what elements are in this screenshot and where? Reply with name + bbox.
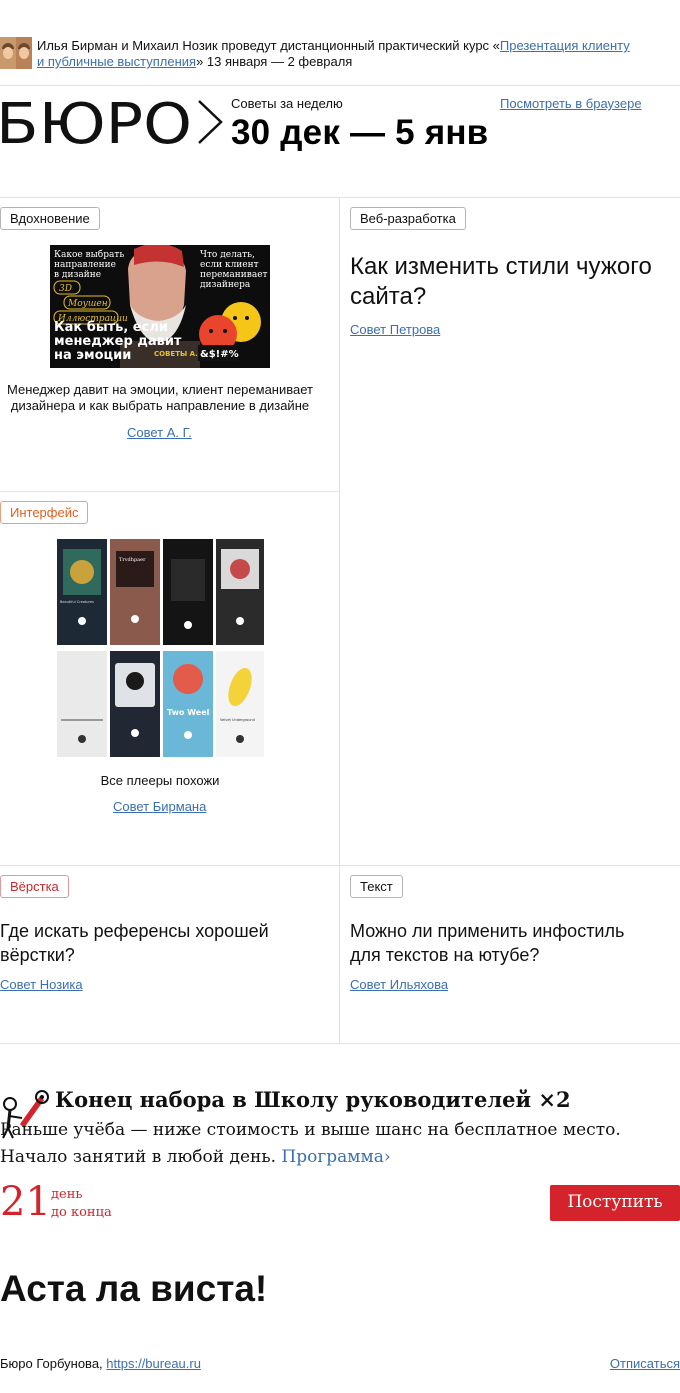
announcement-suffix: » 13 января — 2 февраля xyxy=(196,54,353,69)
advice-author-link[interactable]: Совет Ильяхова xyxy=(350,977,448,992)
tag-layout[interactable]: Вёрстка xyxy=(0,875,69,898)
tag-inspiration[interactable]: Вдохновение xyxy=(0,207,100,230)
promo-line-2-text: Начало занятий в любой день. xyxy=(0,1147,277,1167)
course-announcement: Илья Бирман и Михаил Нозик проведут дист… xyxy=(0,36,640,70)
thumb-headline-2: менеджер давит xyxy=(54,334,182,349)
music-players-collage[interactable]: Beautiful Creatures Trvdhpaer Two Weel V… xyxy=(57,539,264,757)
player-8-title: Velvet Underground xyxy=(220,718,255,722)
thumb-curse: &$!#% xyxy=(200,349,239,360)
thumb-text-right-4: дизайнера xyxy=(200,280,251,290)
grid-bottom-divider xyxy=(0,1043,680,1044)
thumb-headline-1: Как быть, если xyxy=(54,320,168,335)
thumb-headline-3: на эмоции xyxy=(54,348,131,363)
promo-line-1: Раньше учёба — ниже стоимость и выше шан… xyxy=(0,1120,621,1140)
days-left-suffix: до конца xyxy=(51,1205,112,1220)
advice-video-thumbnail[interactable]: Какое выбрать направление в дизайне Что … xyxy=(50,245,270,368)
program-link[interactable]: Программа xyxy=(281,1147,383,1167)
advice-author-link[interactable]: Совет Петрова xyxy=(350,322,440,337)
farewell-heading: Аста ла виста! xyxy=(0,1268,268,1309)
player-1-title: Beautiful Creatures xyxy=(60,600,94,604)
tag-text[interactable]: Текст xyxy=(350,875,403,898)
tag-interface[interactable]: Интерфейс xyxy=(0,501,89,524)
announcement-text: Илья Бирман и Михаил Нозик проведут дист… xyxy=(37,38,637,70)
days-left-number: 21 xyxy=(0,1179,51,1225)
thumb-box-motion: Моушен xyxy=(67,299,108,309)
logo-text: БЮРО xyxy=(0,98,192,148)
tag-web-development[interactable]: Веб-разработка xyxy=(350,207,466,230)
thumb-text-left-3: в дизайне xyxy=(54,270,101,280)
announcement-prefix: Илья Бирман и Михаил Нозик проведут дист… xyxy=(37,38,500,53)
card-title[interactable]: Можно ли применить инфостиль для текстов… xyxy=(350,919,650,967)
promo-title-text: Конец набора в Школу руководителей xyxy=(55,1087,532,1112)
card-title[interactable]: Где искать референсы хорошей вёрстки? xyxy=(0,919,300,967)
header-label: Советы за неделю xyxy=(231,96,343,111)
advice-author-link[interactable]: Совет А. Г. xyxy=(127,425,192,440)
days-left-word: день xyxy=(51,1187,83,1202)
advice-author-link[interactable]: Совет Бирмана xyxy=(113,799,206,814)
row-divider xyxy=(0,865,680,866)
promo-multiplier: ×2 xyxy=(538,1087,571,1112)
grid-top-divider xyxy=(0,197,680,198)
column-divider xyxy=(339,197,340,1043)
advice-author-link[interactable]: Совет Нозика xyxy=(0,977,83,992)
top-divider xyxy=(0,85,680,86)
promo-title: Конец набора в Школу руководителей ×2 xyxy=(55,1087,571,1112)
thumb-text-right-1: Что делать, xyxy=(200,250,255,260)
player-7-title: Two Weel xyxy=(167,708,210,717)
authors-avatar xyxy=(0,37,32,69)
bureau-logo[interactable]: БЮРО xyxy=(0,92,226,157)
unsubscribe-link[interactable]: Отписаться xyxy=(610,1356,680,1371)
promo-line-2: Начало занятий в любой день. Программа› xyxy=(0,1147,391,1167)
chevron-right-icon: › xyxy=(383,1147,391,1167)
view-in-browser-link[interactable]: Посмотреть в браузере xyxy=(500,96,642,111)
left-row-divider xyxy=(0,491,340,492)
player-2-title: Trvdhpaer xyxy=(119,557,146,563)
thumb-text-left-2: направление xyxy=(54,260,116,270)
thumb-box-3d: 3D xyxy=(59,284,72,294)
issue-date-range: 30 дек — 5 янв xyxy=(231,113,489,152)
footer-company-name: Бюро Горбунова, xyxy=(0,1356,103,1371)
footer-site-link[interactable]: https://bureau.ru xyxy=(106,1356,201,1371)
thumb-text-left-1: Какое выбрать xyxy=(54,249,124,260)
card-caption: Менеджер давит на эмоции, клиент переман… xyxy=(7,382,313,413)
card-title[interactable]: Как изменить стили чужого сайта? xyxy=(350,252,670,312)
card-caption: Все плееры похожи xyxy=(100,773,220,788)
enroll-button[interactable]: Поступить xyxy=(550,1185,680,1221)
thumb-text-right-2: если клиент xyxy=(200,260,259,270)
thumb-text-right-3: переманивает xyxy=(200,270,268,280)
footer-company: Бюро Горбунова, https://bureau.ru xyxy=(0,1356,201,1371)
